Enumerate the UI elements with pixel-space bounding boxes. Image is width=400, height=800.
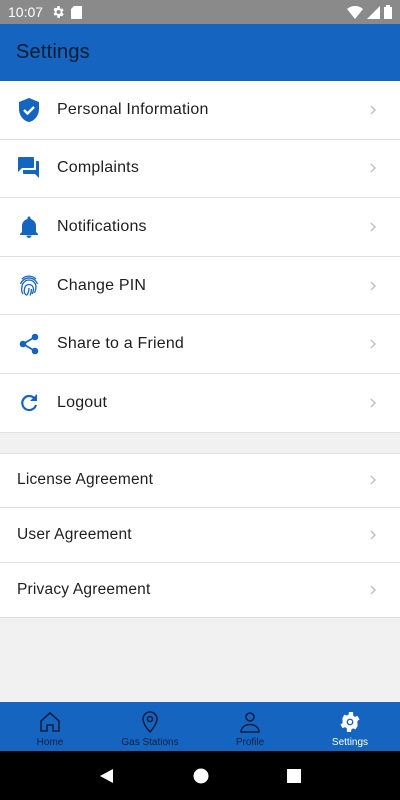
privacy-agreement-link[interactable]: Privacy Agreement bbox=[0, 562, 400, 618]
menu-item-label: Complaints bbox=[57, 159, 140, 177]
location-pin-icon bbox=[142, 710, 158, 733]
menu-item-notifications[interactable]: Notifications bbox=[0, 198, 400, 257]
chevron-right-icon bbox=[370, 163, 376, 173]
chevron-right-icon bbox=[370, 475, 376, 485]
status-time: 10:07 bbox=[8, 4, 44, 20]
chevron-right-icon bbox=[370, 398, 376, 408]
tab-label: Settings bbox=[331, 736, 369, 748]
wifi-icon bbox=[347, 5, 363, 19]
chevron-right-icon bbox=[370, 281, 376, 291]
sd-card-icon bbox=[71, 5, 83, 19]
chevron-right-icon bbox=[370, 105, 376, 115]
chat-icon bbox=[17, 156, 41, 180]
tab-label: Home bbox=[36, 736, 64, 748]
user-agreement-link[interactable]: User Agreement bbox=[0, 507, 400, 563]
menu-item-logout[interactable]: Logout bbox=[0, 373, 400, 433]
gear-icon bbox=[340, 711, 360, 732]
tab-home[interactable]: Home bbox=[0, 702, 100, 751]
menu-item-personal-information[interactable]: Personal Information bbox=[0, 81, 400, 140]
menu-item-change-pin[interactable]: Change PIN bbox=[0, 256, 400, 316]
license-agreement-link[interactable]: License Agreement bbox=[0, 452, 400, 508]
share-icon bbox=[17, 332, 41, 356]
recents-icon[interactable] bbox=[287, 768, 301, 783]
cell-signal-icon bbox=[367, 5, 380, 19]
tab-label: Profile bbox=[235, 736, 265, 748]
home-icon bbox=[40, 711, 60, 732]
settings-status-icon bbox=[53, 6, 64, 18]
agreement-label: Privacy Agreement bbox=[17, 580, 151, 598]
chevron-right-icon bbox=[370, 530, 376, 540]
battery-icon bbox=[384, 5, 392, 19]
tab-profile[interactable]: Profile bbox=[200, 702, 300, 751]
person-icon bbox=[240, 711, 260, 733]
bottom-nav: Home Gas Stations Profile Settings bbox=[0, 702, 400, 751]
tab-gas-stations[interactable]: Gas Stations bbox=[100, 702, 200, 751]
agreement-label: License Agreement bbox=[17, 471, 154, 489]
shield-check-icon bbox=[17, 97, 41, 122]
menu-item-label: Logout bbox=[57, 393, 108, 411]
chevron-right-icon bbox=[370, 222, 376, 232]
chevron-right-icon bbox=[370, 585, 376, 595]
tab-settings[interactable]: Settings bbox=[300, 702, 400, 751]
menu-group: Personal Information Complaints Notifica… bbox=[0, 81, 400, 433]
menu-item-complaints[interactable]: Complaints bbox=[0, 139, 400, 199]
agreement-label: User Agreement bbox=[17, 525, 132, 543]
home-circle-icon[interactable] bbox=[193, 768, 209, 784]
menu-item-label: Personal Information bbox=[57, 100, 209, 118]
section-divider bbox=[0, 432, 400, 453]
back-icon[interactable] bbox=[99, 768, 115, 784]
bell-icon bbox=[17, 215, 41, 239]
menu-item-label: Change PIN bbox=[57, 276, 147, 294]
page-title: Settings bbox=[16, 41, 90, 63]
menu-item-label: Share to a Friend bbox=[57, 335, 185, 353]
app-bar: Settings bbox=[0, 24, 400, 81]
system-nav-bar bbox=[0, 751, 400, 800]
status-bar: 10:07 bbox=[0, 0, 400, 24]
settings-list: Personal Information Complaints Notifica… bbox=[0, 81, 400, 618]
menu-item-label: Notifications bbox=[57, 217, 147, 235]
refresh-icon bbox=[17, 391, 41, 415]
agreements-group: License Agreement User Agreement Privacy… bbox=[0, 452, 400, 618]
fingerprint-icon bbox=[17, 274, 41, 298]
tab-label: Gas Stations bbox=[121, 736, 179, 748]
chevron-right-icon bbox=[370, 339, 376, 349]
menu-item-share[interactable]: Share to a Friend bbox=[0, 315, 400, 374]
